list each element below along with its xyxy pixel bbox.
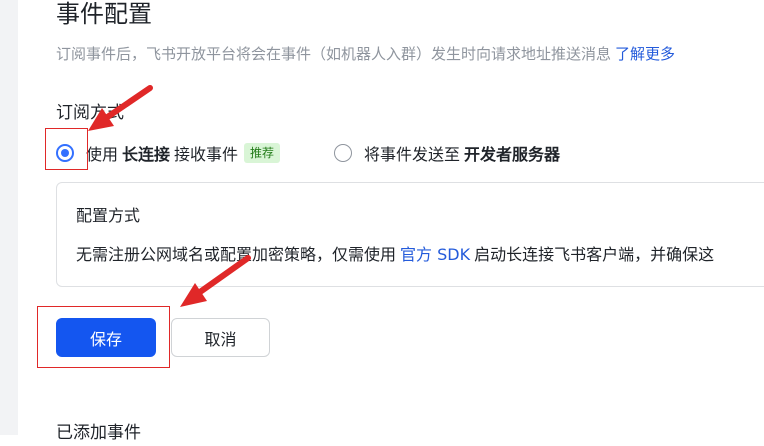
radio-option-long-connection[interactable]: 使用 长连接 接收事件 推荐 bbox=[56, 139, 281, 167]
option-strong-text: 开发者服务器 bbox=[464, 145, 561, 164]
official-sdk-link[interactable]: 官方 SDK bbox=[400, 245, 470, 264]
radio-unchecked-icon[interactable] bbox=[334, 144, 352, 162]
left-panel-edge bbox=[0, 0, 18, 435]
radio-option-developer-server[interactable]: 将事件发送至 开发者服务器 bbox=[334, 139, 564, 167]
recommended-badge: 推荐 bbox=[244, 143, 281, 163]
page-title: 事件配置 bbox=[56, 0, 152, 28]
learn-more-link[interactable]: 了解更多 bbox=[615, 45, 675, 63]
card-text-before: 无需注册公网域名或配置加密策略，仅需使用 bbox=[76, 245, 397, 264]
description-text: 订阅事件后，飞书开放平台将会在事件（如机器人入群）发生时向请求地址推送消息 bbox=[56, 45, 612, 63]
added-events-heading: 已添加事件 bbox=[56, 423, 141, 443]
config-method-card bbox=[56, 182, 764, 287]
option-prefix: 使用 bbox=[86, 145, 119, 164]
page-description: 订阅事件后，飞书开放平台将会在事件（如机器人入群）发生时向请求地址推送消息 了解更… bbox=[56, 42, 675, 66]
card-text-after: 启动长连接飞书客户端，并确保这 bbox=[474, 245, 715, 264]
annotation-highlight-box bbox=[45, 128, 88, 170]
config-card-title: 配置方式 bbox=[76, 206, 141, 225]
annotation-highlight-box bbox=[37, 306, 170, 368]
option-strong-text: 长连接 bbox=[122, 145, 171, 164]
cancel-button[interactable]: 取消 bbox=[171, 318, 270, 357]
option-prefix: 将事件发送至 bbox=[364, 145, 461, 164]
subscription-method-label: 订阅方式 bbox=[56, 103, 124, 123]
config-card-text: 无需注册公网域名或配置加密策略，仅需使用 官方 SDK 启动长连接飞书客户端，并确保… bbox=[76, 242, 714, 268]
option-suffix: 接收事件 bbox=[174, 145, 239, 164]
